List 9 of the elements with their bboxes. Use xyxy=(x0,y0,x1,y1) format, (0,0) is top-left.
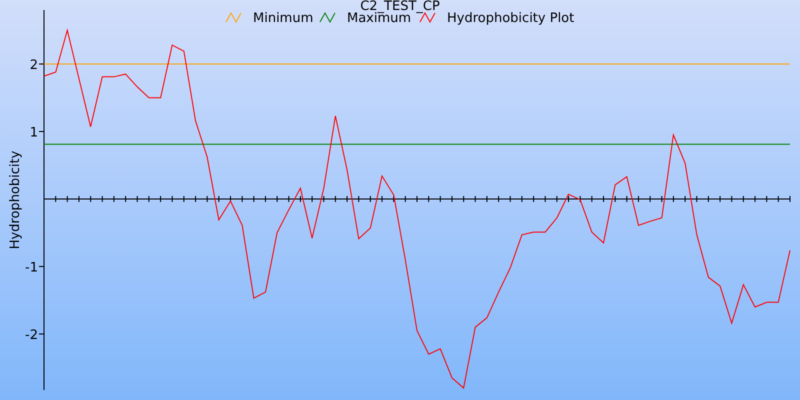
legend-label: Hydrophobicity Plot xyxy=(447,11,574,26)
chart-title: C2_TEST_CP xyxy=(360,0,440,14)
y-axis-label: Hydrophobicity xyxy=(8,150,23,250)
legend-label: Maximum xyxy=(347,11,412,26)
legend-label: Minimum xyxy=(253,11,314,26)
y-tick-label: 1 xyxy=(30,126,38,140)
y-tick-label: -2 xyxy=(25,328,38,343)
y-tick-label: 2 xyxy=(30,58,38,73)
y-tick-label: -1 xyxy=(25,260,38,276)
